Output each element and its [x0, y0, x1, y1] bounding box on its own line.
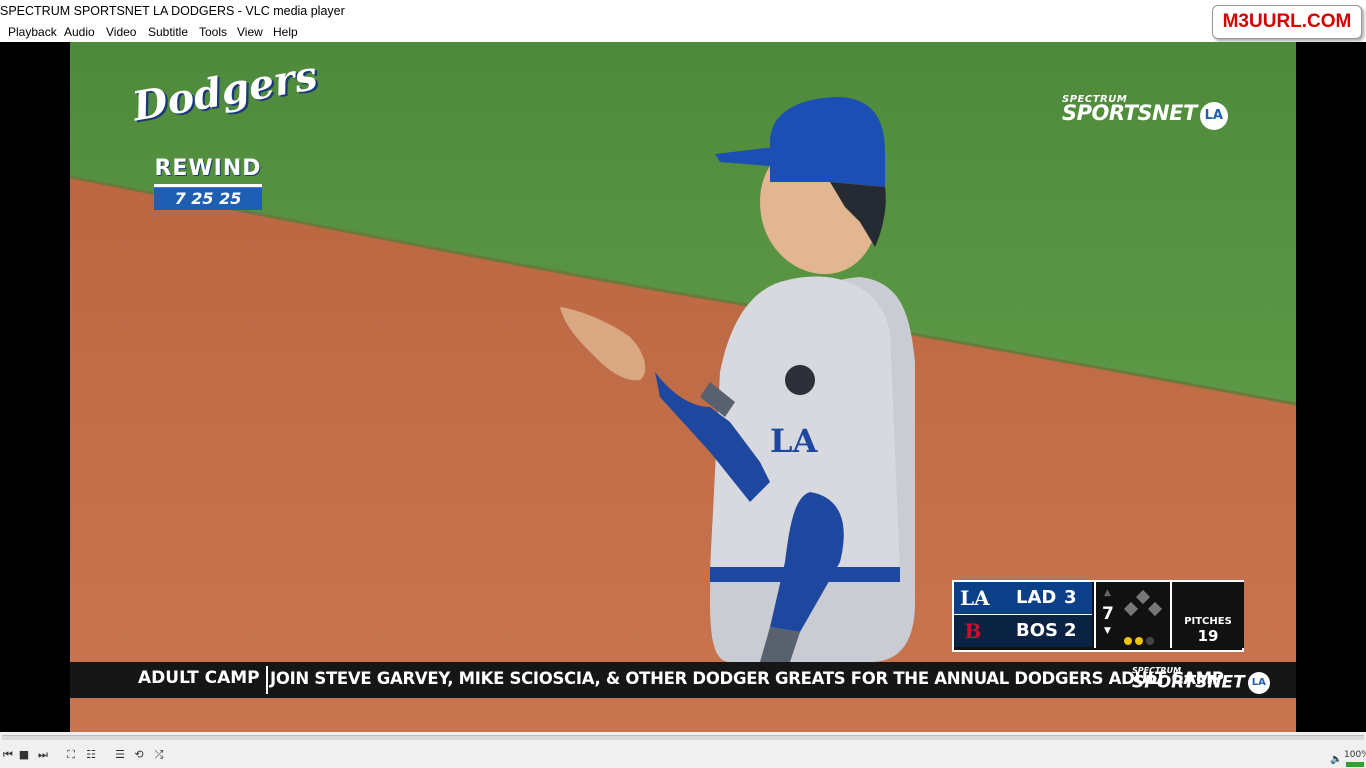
video-area[interactable]: LA Dodgers REWIND 7 25 25 SPECTRUM SPORT… — [0, 42, 1366, 732]
watermark-badge: M3UURL.COM — [1212, 5, 1362, 39]
next-icon[interactable]: ⏭ — [35, 748, 51, 762]
menu-help[interactable]: Help — [273, 25, 298, 39]
pitches-count: 19 — [1197, 627, 1219, 645]
out-dot-empty-icon — [1146, 637, 1154, 645]
scorebug: LA LAD 3 B BOS 2 ▲ 7 ▼ PITCHES 19 — [952, 580, 1244, 652]
rewind-date: 7 25 25 — [154, 188, 262, 210]
pitches-label: PITCHES — [1184, 616, 1232, 627]
ticker-divider — [266, 666, 268, 694]
window-title: SPECTRUM SPORTSNET LA DODGERS - VLC medi… — [0, 4, 345, 18]
out-dot-icon — [1135, 637, 1143, 645]
fullscreen-icon[interactable]: ⛶ — [63, 748, 79, 762]
menu-audio[interactable]: Audio — [64, 25, 95, 39]
menu-playback[interactable]: Playback — [8, 25, 57, 39]
home-team-row: B BOS 2 — [954, 615, 1092, 647]
ticker-label: ADULT CAMP — [138, 668, 260, 688]
pitch-count-box: PITCHES 19 — [1170, 582, 1244, 648]
prev-icon[interactable]: ⏮ — [0, 748, 16, 762]
dodgers-rewind-logo: Dodgers REWIND 7 25 25 — [129, 52, 321, 210]
network-logo: SPECTRUM SPORTSNET LA — [1062, 94, 1228, 130]
bos-logo-icon: B — [964, 619, 982, 643]
volume-level: 100% — [1344, 750, 1366, 760]
away-team-abbr: LAD — [1016, 587, 1057, 608]
playlist-icon[interactable]: ☰ — [112, 748, 128, 762]
out-dot-icon — [1124, 637, 1132, 645]
svg-text:LA: LA — [770, 422, 819, 460]
menu-view[interactable]: View — [237, 25, 263, 39]
rewind-label: REWIND — [154, 156, 262, 187]
menu-video[interactable]: Video — [106, 25, 136, 39]
la-badge-icon: LA — [1199, 101, 1228, 130]
seek-track[interactable] — [2, 735, 1364, 740]
volume-slider[interactable] — [1346, 762, 1364, 767]
ticker-network-big: SPORTSNET — [1132, 672, 1245, 693]
title-bar: SPECTRUM SPORTSNET LA DODGERS - VLC medi… — [0, 0, 1366, 22]
inning-box: ▲ 7 ▼ — [1094, 582, 1170, 648]
playback-controls: ⏮ ■ ⏭ ⛶ ☷ ☰ ⟲ ⤮ 🔈 100% — [0, 742, 1366, 768]
extended-settings-icon[interactable]: ☷ — [83, 748, 99, 762]
inning-top-arrow-icon: ▲ — [1104, 588, 1111, 598]
shuffle-icon[interactable]: ⤮ — [151, 748, 167, 762]
outs-indicator — [1124, 630, 1157, 649]
away-team-row: LA LAD 3 — [954, 582, 1092, 615]
volume-icon[interactable]: 🔈 — [1330, 754, 1342, 765]
loop-icon[interactable]: ⟲ — [131, 748, 147, 762]
inning-bottom-arrow-icon: ▼ — [1104, 626, 1111, 636]
video-frame: LA Dodgers REWIND 7 25 25 SPECTRUM SPORT… — [70, 42, 1296, 732]
bases-diamond-icon — [1123, 590, 1163, 617]
ticker-network-logo: SPECTRUM SPORTSNET LA — [1132, 666, 1270, 694]
inning-number: 7 — [1102, 604, 1114, 624]
menu-bar: Playback Audio Video Subtitle Tools View… — [0, 22, 1366, 42]
menu-tools[interactable]: Tools — [199, 25, 227, 39]
home-team-abbr: BOS — [1016, 620, 1058, 641]
news-ticker: ADULT CAMP JOIN STEVE GARVEY, MIKE SCIOS… — [70, 662, 1296, 698]
ticker-la-badge-icon: LA — [1247, 672, 1270, 694]
lad-logo-icon: LA — [960, 586, 990, 610]
seek-bar[interactable] — [0, 732, 1366, 742]
ticker-text: JOIN STEVE GARVEY, MIKE SCIOSCIA, & OTHE… — [270, 669, 1224, 688]
network-big-text: SPORTSNET — [1062, 101, 1197, 125]
away-team-score: 3 — [1064, 587, 1077, 608]
menu-subtitle[interactable]: Subtitle — [148, 25, 188, 39]
stop-icon[interactable]: ■ — [16, 748, 32, 762]
home-team-score: 2 — [1064, 620, 1077, 641]
